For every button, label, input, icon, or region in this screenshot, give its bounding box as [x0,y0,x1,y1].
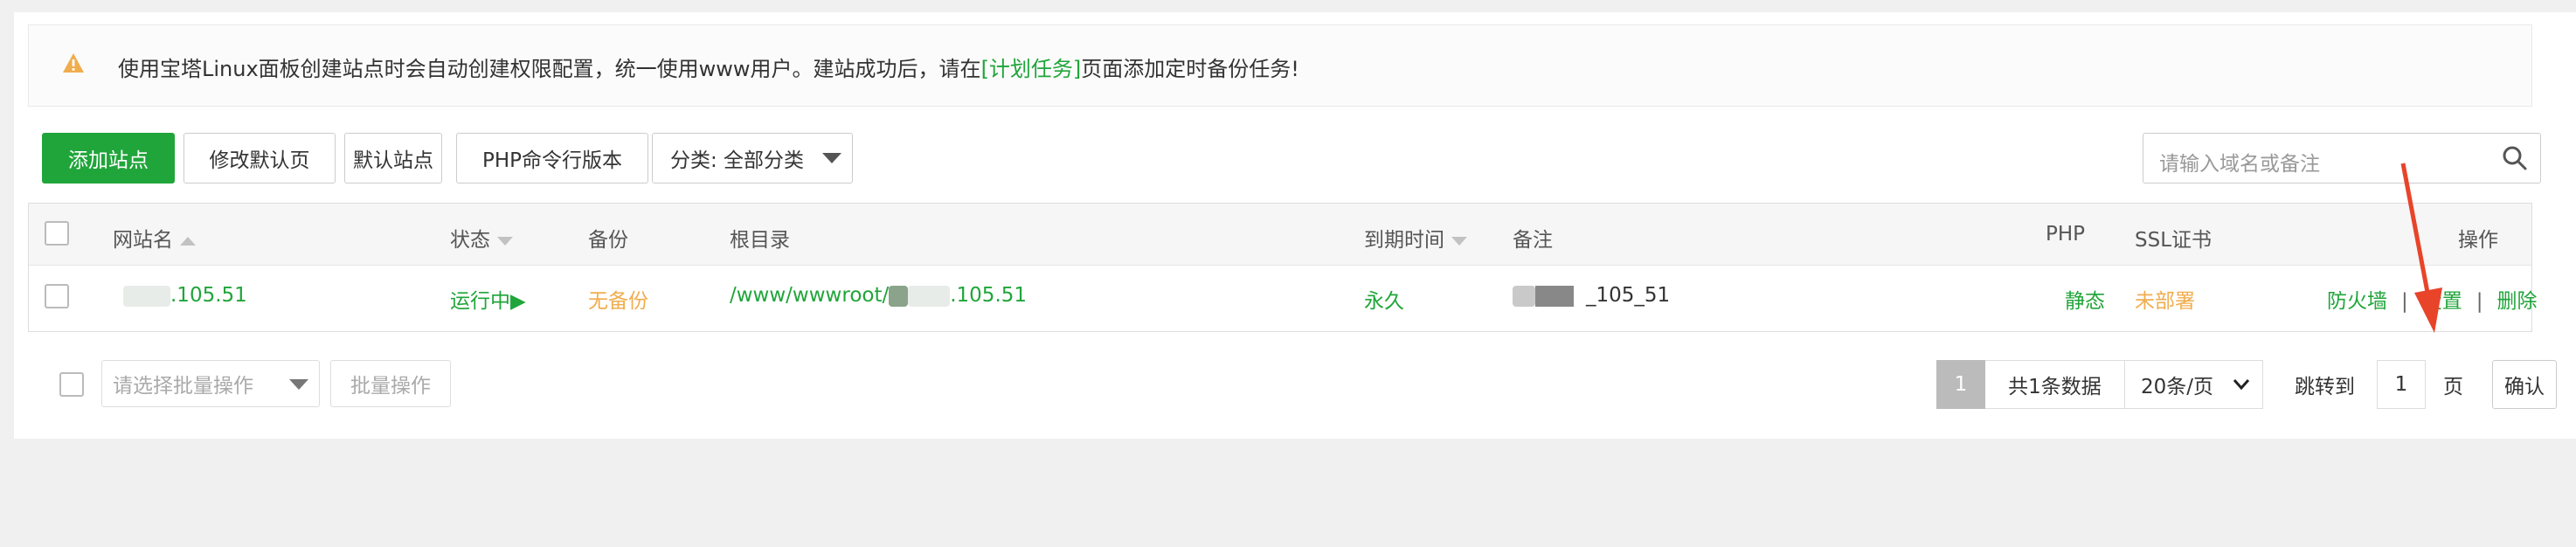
header-expire[interactable]: 到期时间 [1364,223,1467,253]
batch-action-placeholder: 请选择批量操作 [113,375,253,398]
ssl-status[interactable]: 未部署 [2135,284,2195,314]
table-header: 网站名 状态 备份 根目录 到期时间 备注 PHP SSL证书 操作 [29,204,2531,266]
header-backup: 备份 [588,229,628,252]
pagination-total: 共1条数据 [1985,360,2125,409]
header-site-name[interactable]: 网站名 [113,223,196,253]
jump-page-input[interactable]: 1 [2377,360,2426,409]
table-row: .105.51 运行中▶ 无备份 /www/wwwroot/.105.51 永久… [29,265,2538,331]
search-placeholder: 请输入域名或备注 [2159,153,2320,176]
annotation-arrow-icon [2400,163,2442,333]
sort-down-icon [497,236,513,246]
action-separator: | [2476,290,2483,313]
category-select[interactable]: 分类: 全部分类 [652,133,853,183]
redacted-text [123,285,170,307]
status-running[interactable]: 运行中▶ [450,284,526,314]
firewall-link[interactable]: 防火墙 [2327,290,2387,313]
root-path-link[interactable]: /www/wwwroot/.105.51 [730,284,1027,307]
chevron-down-icon [289,379,308,390]
batch-action-select[interactable]: 请选择批量操作 [101,360,320,407]
page-size-value: 20条/页 [2141,376,2214,398]
search-input[interactable]: 请输入域名或备注 [2143,133,2541,183]
remark-value[interactable]: _105_51 [1513,284,1670,307]
modify-default-page-button[interactable]: 修改默认页 [184,133,336,183]
sort-up-icon [180,236,196,246]
site-name-link[interactable]: .105.51 [123,284,247,307]
redacted-text [1535,285,1574,307]
delete-link[interactable]: 删除 [2497,290,2538,313]
notice-text: 使用宝塔Linux面板创建站点时会自动创建权限配置，统一使用www用户。建站成功… [118,52,1299,82]
sort-down-icon [1451,236,1467,246]
page-size-select[interactable]: 20条/页 [2125,360,2263,409]
batch-action-button[interactable]: 批量操作 [330,360,451,407]
redacted-text [908,285,951,307]
header-remark: 备注 [1513,229,1553,252]
backup-status[interactable]: 无备份 [588,284,648,314]
header-php: PHP [2046,223,2086,246]
row-checkbox[interactable] [45,284,69,308]
php-value[interactable]: 静态 [2065,284,2105,314]
redacted-text [889,285,909,307]
notice-text-after: 页面添加定时备份任务! [1081,57,1299,81]
notice-bar: 使用宝塔Linux面板创建站点时会自动创建权限配置，统一使用www用户。建站成功… [28,24,2532,107]
site-table: 网站名 状态 备份 根目录 到期时间 备注 PHP SSL证书 操作 .105.… [28,203,2538,332]
redacted-text [1513,285,1535,307]
schedule-task-link[interactable]: [计划任务] [981,57,1082,81]
header-ssl: SSL证书 [2135,229,2212,252]
warning-icon [63,53,84,73]
batch-select-checkbox[interactable] [59,372,84,397]
add-site-button[interactable]: 添加站点 [42,133,175,183]
page-unit-label: 页 [2443,376,2463,398]
pagination-current-page[interactable]: 1 [1936,360,1985,409]
chevron-down-icon [822,153,841,163]
php-cli-version-button[interactable]: PHP命令行版本 [456,133,648,183]
select-all-checkbox[interactable] [45,221,69,246]
jump-confirm-button[interactable]: 确认 [2492,360,2557,409]
header-actions: 操作 [2458,229,2498,252]
default-site-button[interactable]: 默认站点 [344,133,442,183]
header-root: 根目录 [730,229,790,252]
jump-to-label: 跳转到 [2295,376,2355,398]
chevron-down-icon [2233,379,2250,391]
category-select-label: 分类: 全部分类 [670,149,805,172]
notice-text-before: 使用宝塔Linux面板创建站点时会自动创建权限配置，统一使用www用户。建站成功… [118,57,981,81]
header-status[interactable]: 状态 [450,223,513,253]
expire-value[interactable]: 永久 [1364,284,1404,314]
search-icon[interactable] [2502,145,2528,171]
